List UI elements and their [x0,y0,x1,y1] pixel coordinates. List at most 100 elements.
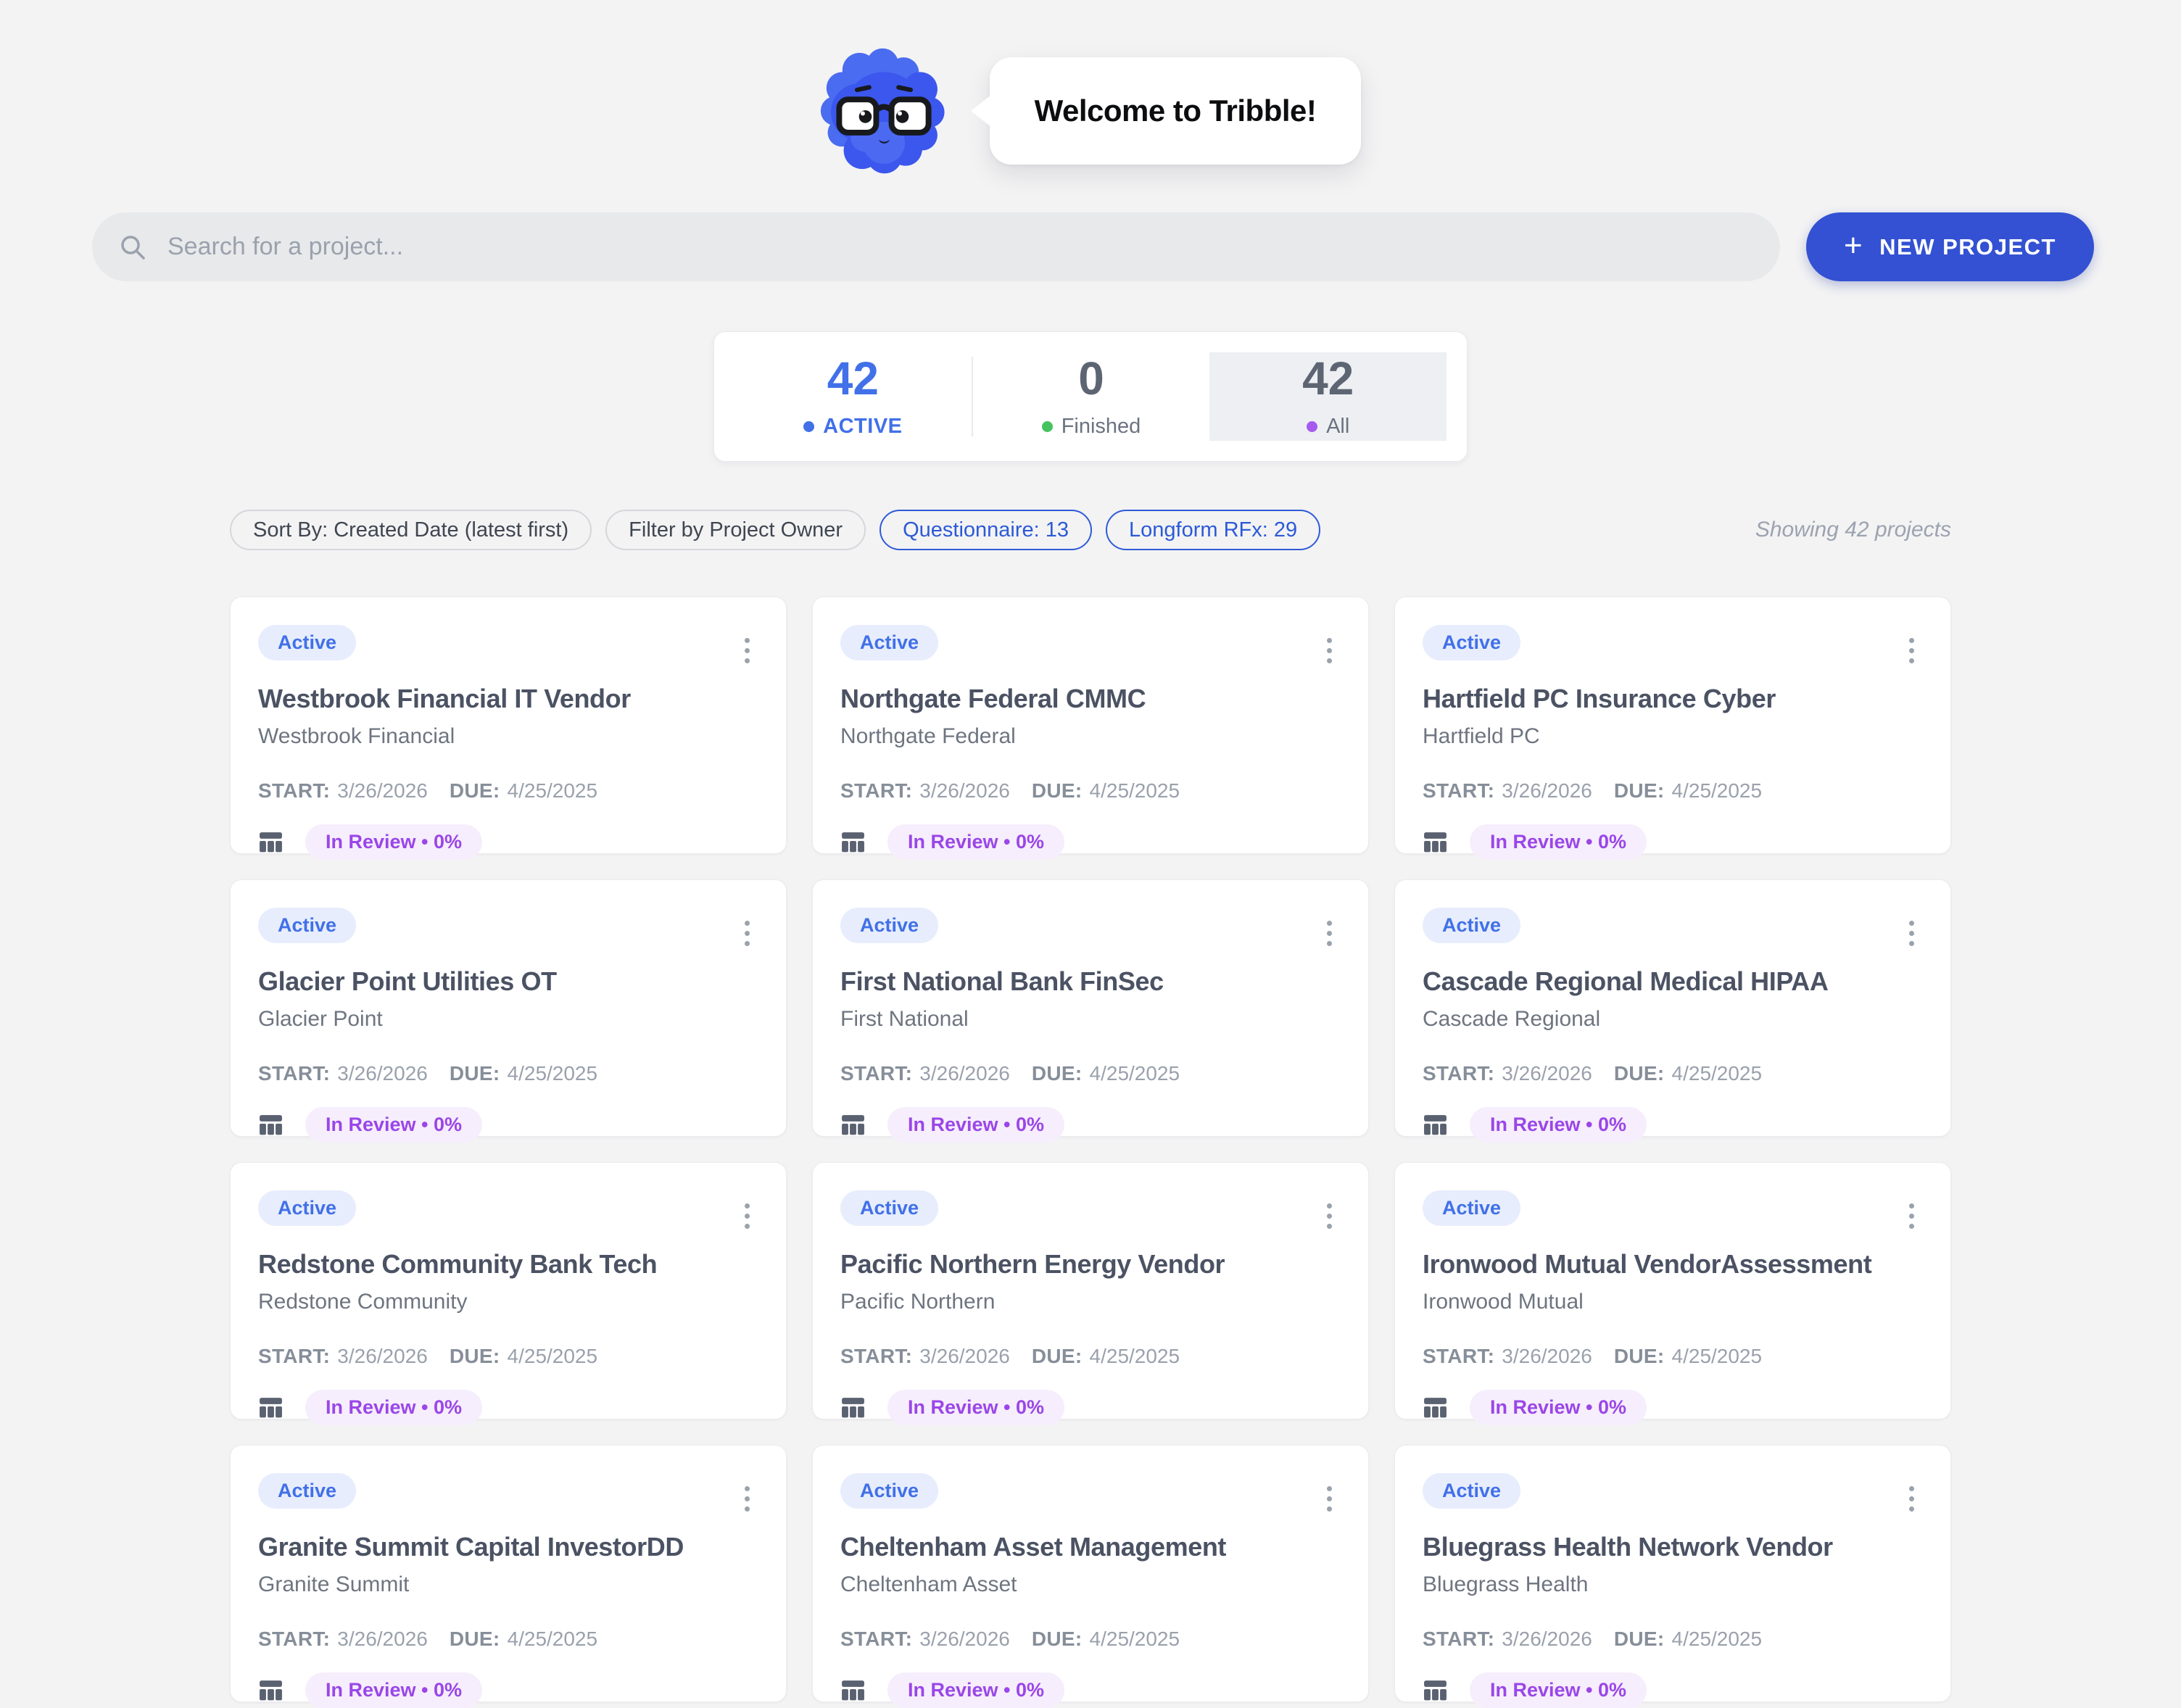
project-card[interactable]: Active Redstone Community Bank Tech Reds… [230,1162,787,1419]
progress-status-pill: In Review • 0% [887,1672,1064,1708]
project-card[interactable]: Active Northgate Federal CMMC Northgate … [812,597,1369,854]
kebab-menu-icon[interactable] [1323,916,1336,950]
due-label: DUE: [1032,779,1083,803]
project-owner: Glacier Point [258,1007,758,1032]
welcome-speech-bubble: Welcome to Tribble! [990,57,1362,165]
start-date: 3/26/2026 [919,1062,1010,1085]
kebab-menu-icon[interactable] [740,1199,754,1233]
stat-tab-active[interactable]: 42 ACTIVE [734,352,972,441]
project-card[interactable]: Active Pacific Northern Energy Vendor Pa… [812,1162,1369,1419]
table-icon [258,1395,284,1420]
welcome-text: Welcome to Tribble! [1035,94,1317,128]
progress-status-pill: In Review • 0% [1470,1390,1647,1425]
start-label: START: [258,1628,330,1651]
sort-by-chip[interactable]: Sort By: Created Date (latest first) [230,510,592,550]
progress-status-pill: In Review • 0% [887,1390,1064,1425]
kebab-menu-icon[interactable] [1905,916,1919,950]
kebab-menu-icon[interactable] [740,634,754,668]
search-input[interactable] [166,232,1755,262]
progress-status-pill: In Review • 0% [887,824,1064,860]
project-owner: Cheltenham Asset [840,1572,1341,1597]
start-label: START: [1423,1628,1494,1651]
active-count: 42 [827,355,879,402]
due-date: 4/25/2025 [508,779,598,803]
filter-row: Sort By: Created Date (latest first) Fil… [230,510,1951,550]
project-card[interactable]: Active Ironwood Mutual VendorAssessment … [1394,1162,1951,1419]
tribble-mascot-icon [820,43,948,178]
table-icon [840,1395,866,1420]
all-count: 42 [1302,355,1354,402]
kebab-menu-icon[interactable] [1905,1199,1919,1233]
status-badge: Active [258,625,356,660]
project-card[interactable]: Active Hartfield PC Insurance Cyber Hart… [1394,597,1951,854]
project-owner: Bluegrass Health [1423,1572,1923,1597]
project-card[interactable]: Active Glacier Point Utilities OT Glacie… [230,879,787,1137]
longform-rfx-chip[interactable]: Longform RFx: 29 [1106,510,1320,550]
progress-status-pill: In Review • 0% [305,1672,482,1708]
start-label: START: [258,779,330,803]
finished-count: 0 [1078,355,1104,402]
project-title: Hartfield PC Insurance Cyber [1423,684,1923,714]
kebab-menu-icon[interactable] [1905,634,1919,668]
due-date: 4/25/2025 [1090,1345,1180,1368]
start-label: START: [1423,1062,1494,1085]
all-dot-icon [1307,421,1317,432]
search-row: + NEW PROJECT [92,212,2094,281]
start-label: START: [840,1628,912,1651]
start-date: 3/26/2026 [1502,1345,1592,1368]
start-label: START: [1423,779,1494,803]
project-dates: START: 3/26/2026 DUE: 4/25/2025 [258,1062,758,1085]
table-icon [840,829,866,855]
table-icon [840,1112,866,1137]
project-card[interactable]: Active Granite Summit Capital InvestorDD… [230,1445,787,1702]
search-box[interactable] [92,212,1780,281]
due-date: 4/25/2025 [508,1062,598,1085]
card-footer: In Review • 0% [1423,824,1923,860]
new-project-label: NEW PROJECT [1879,234,2056,260]
kebab-menu-icon[interactable] [1323,1199,1336,1233]
card-footer: In Review • 0% [840,1390,1341,1425]
due-label: DUE: [1032,1628,1083,1651]
project-dates: START: 3/26/2026 DUE: 4/25/2025 [840,1345,1341,1368]
card-footer: In Review • 0% [1423,1107,1923,1143]
status-badge: Active [1423,908,1520,943]
filter-owner-chip[interactable]: Filter by Project Owner [605,510,866,550]
due-label: DUE: [1614,1062,1665,1085]
stat-tab-finished[interactable]: 0 Finished [973,352,1210,441]
kebab-menu-icon[interactable] [740,916,754,950]
project-card[interactable]: Active Westbrook Financial IT Vendor Wes… [230,597,787,854]
active-dot-icon [803,421,814,432]
project-stats-panel: 42 ACTIVE 0 Finished 42 All [713,331,1468,462]
project-owner: Cascade Regional [1423,1007,1923,1032]
project-card[interactable]: Active Bluegrass Health Network Vendor B… [1394,1445,1951,1702]
project-owner: Redstone Community [258,1290,758,1314]
project-card[interactable]: Active Cheltenham Asset Management Chelt… [812,1445,1369,1702]
project-dates: START: 3/26/2026 DUE: 4/25/2025 [1423,1628,1923,1651]
project-card[interactable]: Active First National Bank FinSec First … [812,879,1369,1137]
card-footer: In Review • 0% [258,1390,758,1425]
questionnaire-chip[interactable]: Questionnaire: 13 [880,510,1092,550]
table-icon [840,1678,866,1703]
stat-tab-all[interactable]: 42 All [1209,352,1447,441]
status-badge: Active [258,908,356,943]
kebab-menu-icon[interactable] [1905,1482,1919,1516]
kebab-menu-icon[interactable] [1323,1482,1336,1516]
progress-status-pill: In Review • 0% [305,1107,482,1143]
kebab-menu-icon[interactable] [740,1482,754,1516]
table-icon [1423,1112,1448,1137]
start-date: 3/26/2026 [337,779,428,803]
start-label: START: [840,779,912,803]
start-date: 3/26/2026 [919,1628,1010,1651]
project-title: Cascade Regional Medical HIPAA [1423,966,1923,997]
project-card[interactable]: Active Cascade Regional Medical HIPAA Ca… [1394,879,1951,1137]
project-dates: START: 3/26/2026 DUE: 4/25/2025 [258,1345,758,1368]
start-label: START: [258,1345,330,1368]
new-project-button[interactable]: + NEW PROJECT [1806,212,2094,281]
status-badge: Active [1423,1473,1520,1509]
kebab-menu-icon[interactable] [1323,634,1336,668]
finished-dot-icon [1042,421,1053,432]
due-date: 4/25/2025 [1672,1628,1763,1651]
project-dates: START: 3/26/2026 DUE: 4/25/2025 [258,779,758,803]
project-owner: Ironwood Mutual [1423,1290,1923,1314]
status-badge: Active [1423,625,1520,660]
